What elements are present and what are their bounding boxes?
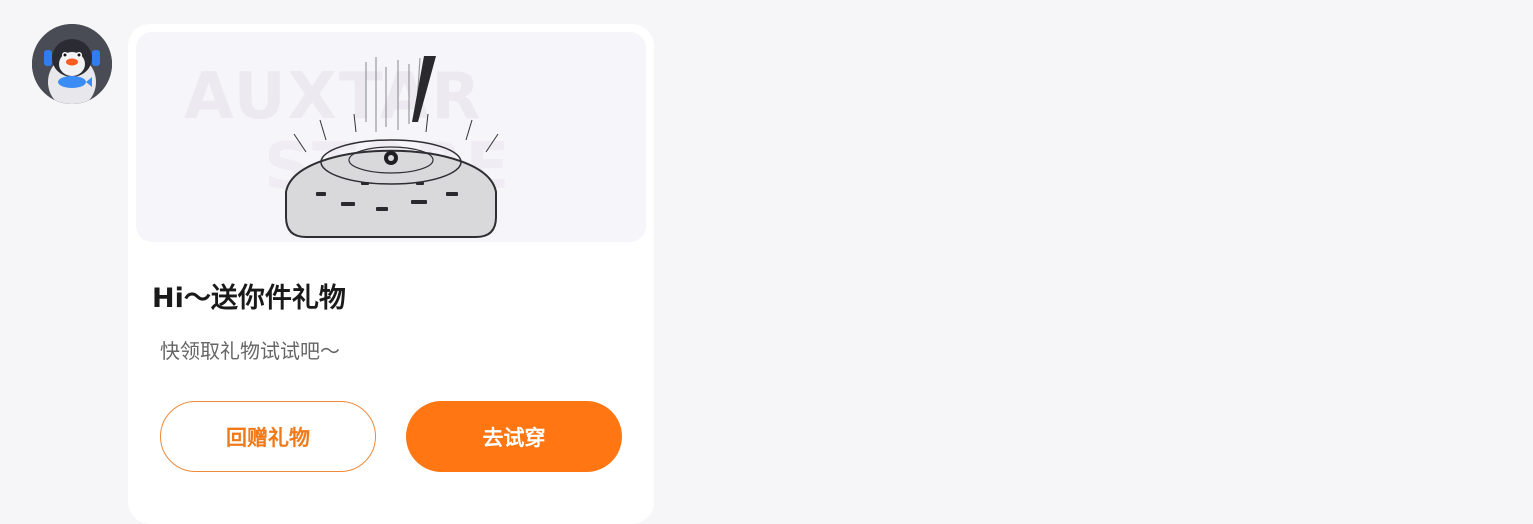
return-gift-button[interactable]: 回赠礼物: [160, 401, 376, 472]
gift-item-preview-icon: [285, 56, 499, 238]
gift-title: Hi～送你件礼物: [152, 283, 346, 314]
gift-banner: AUXTAR STORE: [136, 32, 646, 242]
sender-avatar[interactable]: [32, 24, 112, 104]
penguin-avatar-icon: [32, 24, 112, 104]
gift-card: AUXTAR STORE: [128, 24, 654, 524]
try-on-button[interactable]: 去试穿: [406, 401, 622, 472]
gift-subtitle: 快领取礼物试试吧～: [160, 339, 340, 363]
